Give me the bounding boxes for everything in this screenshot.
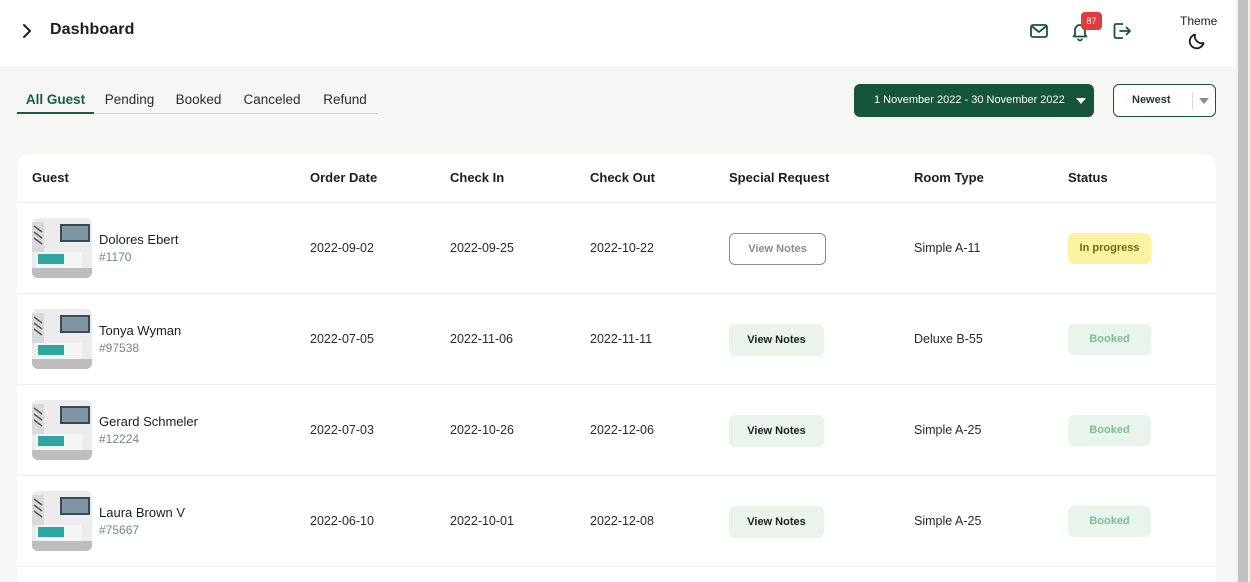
column-header-check-in: Check In	[450, 170, 505, 185]
guest-id: #75667	[99, 523, 140, 537]
table-row[interactable]: Laura Brown V #75667 2022-06-10 2022-10-…	[17, 476, 1216, 567]
date-range-dropdown[interactable]: 1 November 2022 - 30 November 2022	[854, 84, 1094, 117]
mail-icon[interactable]	[1028, 20, 1050, 42]
check-in-date: 2022-09-25	[450, 241, 514, 255]
table-header: Guest Order Date Check In Check Out Spec…	[17, 154, 1216, 203]
date-range-label: 1 November 2022 - 30 November 2022	[874, 94, 1065, 106]
tab-pending[interactable]: Pending	[94, 88, 165, 114]
check-in-date: 2022-10-26	[450, 423, 514, 437]
column-header-status: Status	[1068, 170, 1108, 185]
scrollbar-thumb[interactable]	[1238, 0, 1248, 582]
tab-canceled[interactable]: Canceled	[232, 88, 312, 114]
check-in-date: 2022-11-06	[450, 332, 514, 346]
page-title: Dashboard	[50, 21, 135, 38]
check-out-date: 2022-12-06	[590, 423, 654, 437]
status-badge: Booked	[1068, 415, 1151, 446]
logout-icon[interactable]	[1111, 20, 1133, 42]
guest-name[interactable]: Gerard Schmeler	[99, 414, 198, 429]
tab-all-guest[interactable]: All Guest	[17, 88, 94, 114]
caret-down-icon	[1076, 98, 1086, 104]
guest-tabs: All Guest Pending Booked Canceled Refund	[17, 88, 378, 114]
table-row[interactable]: Dolores Ebert #1170 2022-09-02 2022-09-2…	[17, 203, 1216, 294]
status-badge: Booked	[1068, 324, 1151, 355]
room-type: Simple A-25	[914, 423, 982, 437]
view-notes-button[interactable]: View Notes	[729, 506, 824, 538]
moon-icon[interactable]	[1188, 30, 1208, 50]
room-thumbnail	[32, 491, 92, 551]
view-notes-button[interactable]: View Notes	[729, 324, 824, 356]
order-date: 2022-09-02	[310, 241, 374, 255]
order-date: 2022-07-03	[310, 423, 374, 437]
view-notes-button[interactable]: View Notes	[729, 233, 826, 265]
room-thumbnail	[32, 400, 92, 460]
caret-down-icon	[1199, 98, 1209, 104]
guest-id: #97538	[99, 341, 140, 355]
order-date: 2022-06-10	[310, 514, 374, 528]
page-scrollbar[interactable]	[1236, 0, 1250, 582]
column-header-check-out: Check Out	[590, 170, 656, 185]
guest-name[interactable]: Tonya Wyman	[99, 323, 181, 338]
tab-booked[interactable]: Booked	[165, 88, 232, 114]
check-out-date: 2022-12-08	[590, 514, 654, 528]
sort-dropdown[interactable]: Newest	[1113, 84, 1216, 117]
room-type: Deluxe B-55	[914, 332, 983, 346]
tab-refund[interactable]: Refund	[312, 88, 378, 114]
table-row[interactable]: Tonya Wyman #97538 2022-07-05 2022-11-06…	[17, 294, 1216, 385]
sort-divider	[1192, 92, 1193, 110]
room-thumbnail	[32, 309, 92, 369]
check-in-date: 2022-10-01	[450, 514, 514, 528]
order-date: 2022-07-05	[310, 332, 374, 346]
table-row[interactable]: Gerard Schmeler #12224 2022-07-03 2022-1…	[17, 385, 1216, 476]
guest-name[interactable]: Laura Brown V	[99, 505, 185, 520]
column-header-special-request: Special Request	[729, 170, 830, 185]
room-type: Simple A-25	[914, 514, 982, 528]
column-header-order-date: Order Date	[310, 170, 378, 185]
sort-label: Newest	[1132, 94, 1171, 106]
top-header: Dashboard 87 Theme	[0, 0, 1236, 66]
status-badge: In progress	[1068, 233, 1151, 264]
guest-id: #1170	[99, 250, 132, 264]
check-out-date: 2022-10-22	[590, 241, 654, 255]
theme-label: Theme	[1180, 14, 1218, 28]
guest-name[interactable]: Dolores Ebert	[99, 232, 178, 247]
column-header-guest: Guest	[32, 170, 69, 185]
check-out-date: 2022-11-11	[590, 332, 653, 346]
guest-id: #12224	[99, 432, 140, 446]
status-badge: Booked	[1068, 506, 1151, 537]
chevron-right-icon[interactable]	[18, 22, 36, 40]
guest-table: Guest Order Date Check In Check Out Spec…	[17, 154, 1216, 582]
view-notes-button[interactable]: View Notes	[729, 415, 824, 447]
room-thumbnail	[32, 218, 92, 278]
column-header-room-type: Room Type	[914, 170, 984, 185]
room-type: Simple A-11	[914, 241, 981, 255]
notification-badge: 87	[1081, 12, 1102, 30]
